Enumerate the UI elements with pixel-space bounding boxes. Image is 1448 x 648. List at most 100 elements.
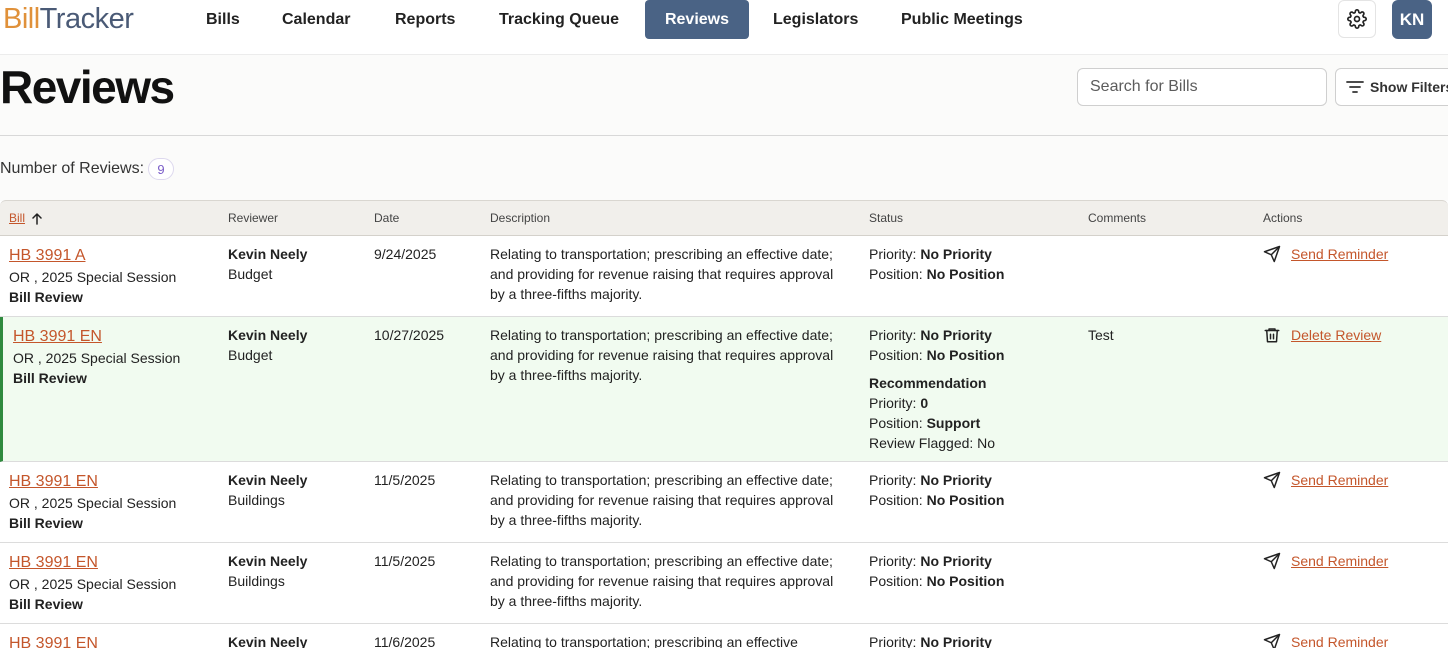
filter-icon (1346, 81, 1364, 93)
column-header-description[interactable]: Description (490, 201, 550, 236)
top-nav: BillTracker Bills Calendar Reports Track… (0, 0, 1448, 40)
table-row: HB 3991 EN Kevin Neely 11/6/2025 Relatin… (0, 624, 1448, 648)
sort-ascending-icon (32, 212, 42, 225)
delete-review-button[interactable]: Delete Review (1263, 325, 1381, 345)
bill-link[interactable]: HB 3991 A (9, 245, 176, 267)
nav-calendar[interactable]: Calendar (263, 0, 369, 39)
position-label: Position: (869, 573, 923, 589)
bill-cell: HB 3991 EN (9, 633, 98, 648)
reviewer-cell: Kevin Neely Budget (228, 325, 307, 365)
show-filters-label: Show Filters (1370, 79, 1448, 95)
table-row-highlighted: HB 3991 EN OR , 2025 Special Session Bil… (0, 317, 1448, 462)
priority-label: Priority: (869, 472, 917, 488)
review-date: 11/5/2025 (374, 472, 436, 488)
priority-label: Priority: (869, 327, 917, 343)
bill-description: Relating to transportation; prescribing … (490, 472, 834, 528)
send-icon (1263, 552, 1281, 570)
bill-session: OR , 2025 Special Session (9, 576, 177, 592)
settings-button[interactable] (1338, 0, 1376, 38)
priority-label: Priority: (869, 553, 917, 569)
position-value: No Position (926, 492, 1005, 508)
bill-review-type: Bill Review (9, 596, 83, 612)
review-count-label: Number of Reviews: (0, 160, 145, 177)
rec-position-value: Support (926, 415, 981, 431)
column-header-date[interactable]: Date (374, 201, 399, 236)
priority-value: No Priority (920, 634, 992, 648)
rec-priority-label: Priority: (869, 395, 917, 411)
reviewer-name: Kevin Neely (228, 246, 308, 262)
review-flagged: Review Flagged: No (869, 435, 996, 451)
reviewer-cell: Kevin Neely Budget (228, 244, 307, 284)
nav-public-meetings[interactable]: Public Meetings (882, 0, 1042, 39)
send-reminder-button[interactable]: Send Reminder (1263, 632, 1388, 648)
bill-review-type: Bill Review (9, 515, 83, 531)
priority-value: No Priority (920, 472, 992, 488)
position-label: Position: (869, 492, 923, 508)
table-row: HB 3991 EN OR , 2025 Special Session Bil… (0, 543, 1448, 624)
bill-link[interactable]: HB 3991 EN (9, 633, 98, 648)
position-value: No Position (926, 347, 1005, 363)
bill-session: OR , 2025 Special Session (13, 350, 181, 366)
bill-cell: HB 3991 EN OR , 2025 Special Session Bil… (13, 326, 180, 388)
search-box (1077, 68, 1327, 106)
action-cell: Send Reminder (1263, 244, 1388, 264)
action-cell: Send Reminder (1263, 632, 1388, 648)
reviewer-cell: Kevin Neely Buildings (228, 470, 307, 510)
app-logo[interactable]: BillTracker (3, 2, 134, 36)
reviewer-name: Kevin Neely (228, 634, 308, 648)
trash-icon (1264, 328, 1280, 343)
send-reminder-label: Send Reminder (1291, 246, 1389, 262)
column-header-bill[interactable]: Bill (9, 201, 43, 236)
priority-value: No Priority (920, 327, 992, 343)
bill-description: Relating to transportation; prescribing … (490, 327, 834, 383)
reviewer-name: Kevin Neely (228, 327, 308, 343)
position-value: No Position (926, 573, 1005, 589)
bill-link[interactable]: HB 3991 EN (13, 326, 180, 348)
priority-label: Priority: (869, 246, 917, 262)
review-count-badge: 9 (148, 158, 175, 180)
send-reminder-button[interactable]: Send Reminder (1263, 551, 1388, 571)
send-reminder-button[interactable]: Send Reminder (1263, 470, 1388, 490)
send-icon (1263, 471, 1281, 489)
status-cell: Priority: No Priority (869, 632, 992, 648)
action-cell: Send Reminder (1263, 470, 1388, 490)
rec-priority-value: 0 (920, 395, 929, 411)
user-avatar[interactable]: KN (1392, 0, 1432, 39)
send-icon (1263, 245, 1281, 263)
column-header-reviewer[interactable]: Reviewer (228, 201, 278, 236)
priority-value: No Priority (920, 246, 992, 262)
column-header-comments[interactable]: Comments (1088, 201, 1146, 236)
reviewer-dept: Budget (228, 266, 273, 282)
rec-position-label: Position: (869, 415, 923, 431)
nav-bills[interactable]: Bills (187, 0, 259, 39)
nav-tracking-queue[interactable]: Tracking Queue (480, 0, 638, 39)
bill-cell: HB 3991 EN OR , 2025 Special Session Bil… (9, 471, 176, 533)
logo-text-bill: Bill (3, 3, 40, 35)
bill-cell: HB 3991 A OR , 2025 Special Session Bill… (9, 245, 176, 307)
nav-legislators[interactable]: Legislators (754, 0, 877, 39)
send-reminder-label: Send Reminder (1291, 634, 1389, 648)
logo-text-tracker: Tracker (39, 3, 134, 35)
nav-reports[interactable]: Reports (376, 0, 474, 39)
show-filters-button[interactable]: Show Filters (1335, 68, 1448, 106)
bill-link[interactable]: HB 3991 EN (9, 471, 176, 493)
action-cell: Delete Review (1263, 325, 1381, 345)
priority-value: No Priority (920, 553, 992, 569)
send-reminder-label: Send Reminder (1291, 472, 1389, 488)
bill-cell: HB 3991 EN OR , 2025 Special Session Bil… (9, 552, 176, 614)
bill-session: OR , 2025 Special Session (9, 495, 177, 511)
review-date: 11/6/2025 (374, 634, 436, 648)
bill-review-type: Bill Review (13, 370, 87, 386)
count-band (0, 136, 1448, 201)
column-header-status[interactable]: Status (869, 201, 903, 236)
search-input[interactable] (1078, 69, 1326, 105)
position-label: Position: (869, 266, 923, 282)
column-header-actions: Actions (1263, 211, 1303, 225)
nav-reviews[interactable]: Reviews (645, 0, 749, 39)
send-reminder-button[interactable]: Send Reminder (1263, 244, 1388, 264)
page-title: Reviews (0, 61, 175, 113)
recommendation-heading: Recommendation (869, 375, 987, 391)
reviewer-cell: Kevin Neely Buildings (228, 551, 307, 591)
bill-link[interactable]: HB 3991 EN (9, 552, 176, 574)
table-row: HB 3991 EN OR , 2025 Special Session Bil… (0, 462, 1448, 543)
